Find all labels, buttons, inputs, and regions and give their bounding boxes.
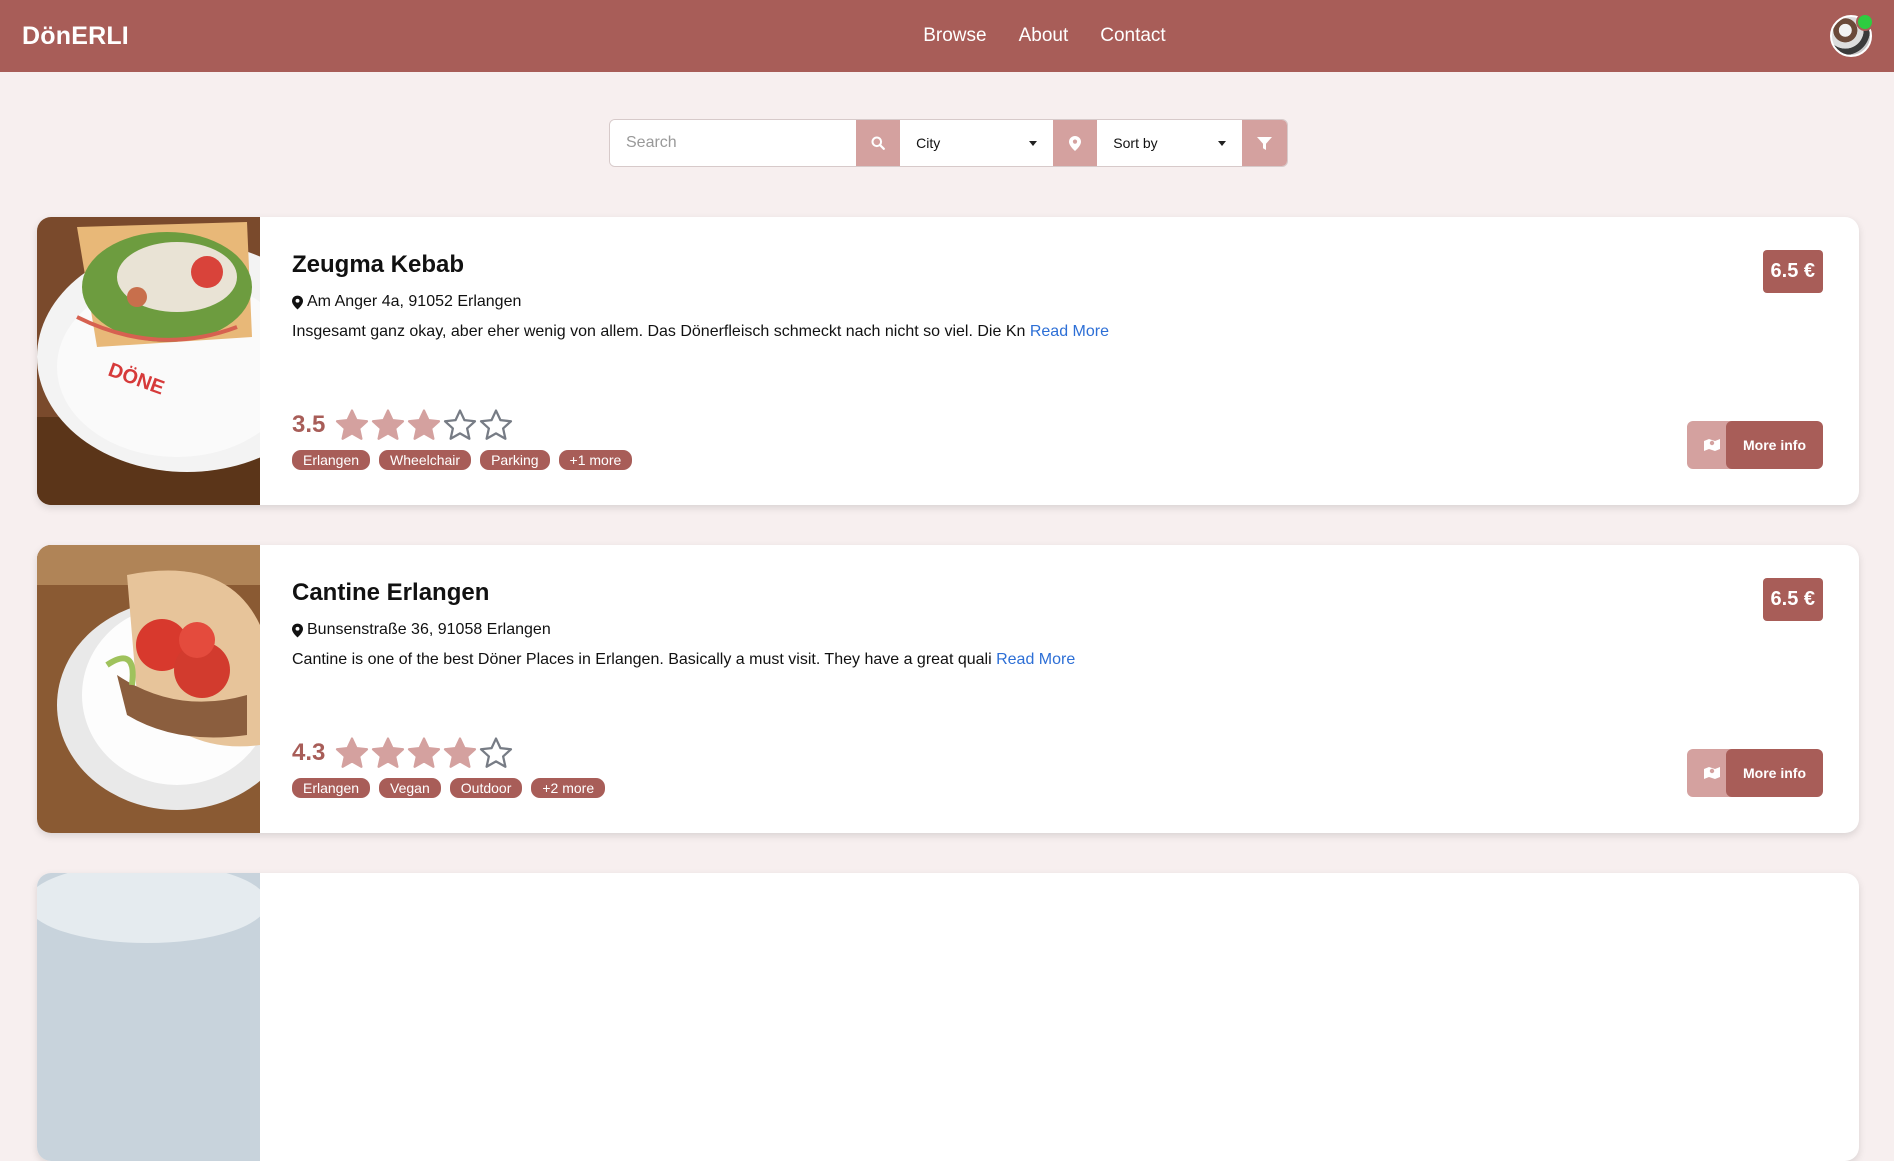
search-filter-bar: City Sort by [609,119,1288,167]
star-filled-icon [408,737,441,768]
rating-row: 3.5 [292,409,513,441]
online-status-dot [1855,13,1874,31]
star-filled-icon [408,409,441,440]
nav-links: Browse About Contact [923,25,1166,47]
tag-chip[interactable]: Erlangen [292,778,371,798]
search-icon [871,136,885,150]
price-badge: 6.5 € [1762,578,1823,621]
filter-button[interactable] [1241,120,1287,166]
card-body: Zeugma Kebab Am Anger 4a, 91052 Erlangen… [292,251,1819,341]
nav-link-contact[interactable]: Contact [1100,25,1165,47]
nav-link-browse[interactable]: Browse [923,25,986,47]
star-filled-icon [444,737,477,768]
location-pin-icon [292,295,303,309]
restaurant-description: Cantine is one of the best Döner Places … [292,651,1819,669]
star-empty-icon [444,409,477,440]
star-rating [335,409,513,441]
navbar: DönERLI Browse About Contact [0,0,1894,72]
rating-row: 4.3 [292,737,513,769]
star-rating [335,737,513,769]
map-icon [1704,439,1720,451]
restaurant-image[interactable] [37,873,260,1161]
star-filled-icon [372,737,405,768]
star-filled-icon [372,409,405,440]
rating-value: 3.5 [292,411,326,438]
star-empty-icon [480,409,513,440]
restaurant-card-partial [37,873,1859,1161]
tag-list: Erlangen Vegan Outdoor +2 more [292,778,606,798]
card-body: Cantine Erlangen Bunsenstraße 36, 91058 … [292,579,1819,669]
star-filled-icon [336,737,369,768]
rating-value: 4.3 [292,739,326,766]
restaurant-card: Cantine Erlangen Bunsenstraße 36, 91058 … [37,545,1859,833]
location-button[interactable] [1053,120,1098,166]
user-avatar[interactable] [1829,13,1874,57]
tag-more-chip[interactable]: +2 more [531,778,606,798]
restaurant-address: Bunsenstraße 36, 91058 Erlangen [292,621,1819,639]
brand-logo[interactable]: DönERLI [22,22,129,51]
tag-chip[interactable]: Wheelchair [379,450,472,470]
sort-select-label: Sort by [1113,135,1158,151]
city-select[interactable]: City [900,120,1054,166]
city-select-label: City [916,135,941,151]
address-text: Am Anger 4a, 91052 Erlangen [307,293,522,310]
tag-chip[interactable]: Erlangen [292,450,371,470]
star-filled-icon [336,409,369,440]
tag-chip[interactable]: Parking [480,450,550,470]
restaurant-image[interactable] [37,545,260,833]
address-text: Bunsenstraße 36, 91058 Erlangen [307,621,551,638]
restaurant-address: Am Anger 4a, 91052 Erlangen [292,293,1819,311]
tag-list: Erlangen Wheelchair Parking +1 more [292,450,633,470]
restaurant-image[interactable]: DÖNE [37,217,260,505]
restaurant-description: Insgesamt ganz okay, aber eher wenig von… [292,323,1819,341]
description-text: Cantine is one of the best Döner Places … [292,651,992,668]
chevron-down-icon [1029,140,1038,146]
read-more-link[interactable]: Read More [1030,323,1109,340]
map-icon [1704,767,1720,779]
restaurant-name[interactable]: Zeugma Kebab [292,251,1819,279]
tag-chip[interactable]: Vegan [379,778,441,798]
read-more-link[interactable]: Read More [996,651,1075,668]
chevron-down-icon [1217,140,1226,146]
restaurant-card: DÖNE Zeugma Kebab Am Anger 4a, 91052 Erl… [37,217,1859,505]
search-button[interactable] [856,120,901,166]
location-pin-icon [292,623,303,637]
location-pin-icon [1069,135,1082,151]
restaurant-name[interactable]: Cantine Erlangen [292,579,1819,607]
filter-icon [1256,136,1272,150]
sort-select[interactable]: Sort by [1097,120,1242,166]
search-input[interactable] [610,120,856,166]
tag-more-chip[interactable]: +1 more [558,450,633,470]
description-text: Insgesamt ganz okay, aber eher wenig von… [292,323,1026,340]
price-badge: 6.5 € [1762,250,1823,293]
tag-chip[interactable]: Outdoor [449,778,523,798]
star-empty-icon [480,737,513,768]
more-info-button[interactable]: More info [1726,749,1823,797]
more-info-button[interactable]: More info [1726,421,1823,469]
nav-link-about[interactable]: About [1019,25,1069,47]
